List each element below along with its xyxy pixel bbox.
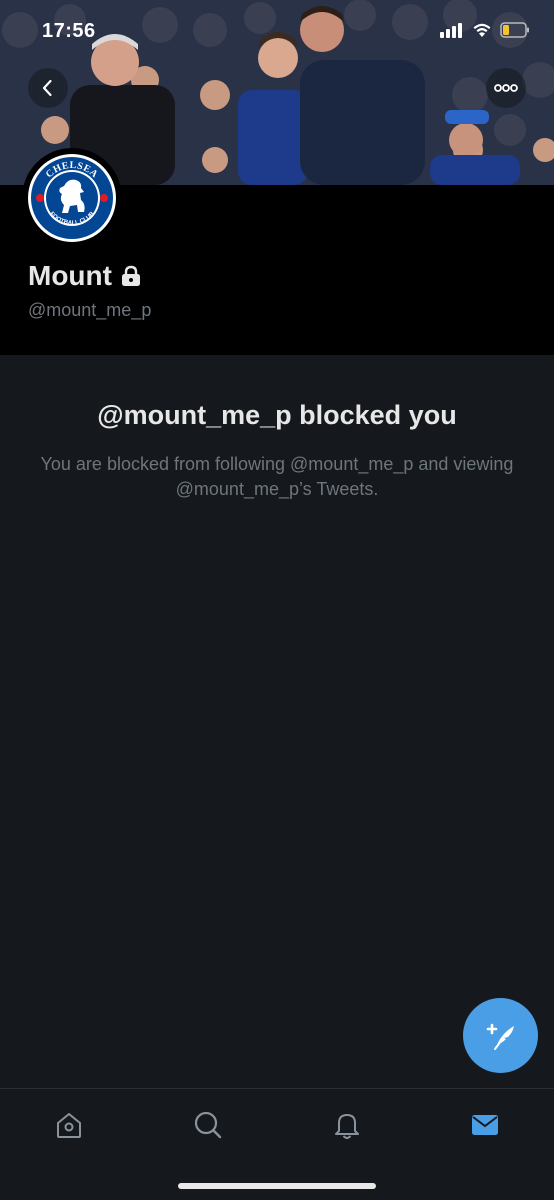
blocked-title: @mount_me_p blocked you (97, 400, 457, 430)
tab-messages[interactable] (467, 1107, 503, 1143)
tab-notifications[interactable] (329, 1107, 365, 1143)
tab-home[interactable] (51, 1107, 87, 1143)
compose-tweet-button[interactable] (463, 998, 538, 1073)
status-icons (440, 22, 530, 38)
profile-name: Mount (28, 260, 112, 291)
wifi-icon (473, 23, 491, 37)
home-indicator[interactable] (178, 1183, 376, 1189)
home-icon (57, 1113, 81, 1138)
tab-search[interactable] (190, 1107, 226, 1143)
profile-avatar[interactable]: CHELSEA FOOTBALL CLUB (22, 148, 122, 248)
more-options-button[interactable] (486, 68, 526, 108)
profile-handle: @mount_me_p (28, 300, 152, 320)
back-button[interactable] (28, 68, 68, 108)
lock-icon (121, 265, 140, 286)
cellular-signal-icon (440, 23, 462, 38)
chelsea-crest-logo: CHELSEA FOOTBALL CLUB (28, 154, 116, 242)
compose-tweet-icon (486, 1023, 514, 1050)
more-horizontal-icon (494, 84, 518, 92)
search-icon (194, 1111, 222, 1139)
battery-icon (500, 22, 529, 38)
profile-name-row: Mount (28, 260, 142, 292)
status-time: 17:56 (42, 20, 96, 42)
chevron-left-icon (42, 79, 52, 97)
messages-envelope-icon (472, 1115, 498, 1135)
blocked-description: You are blocked from following @mount_me… (40, 454, 514, 499)
notifications-bell-icon (335, 1114, 359, 1139)
